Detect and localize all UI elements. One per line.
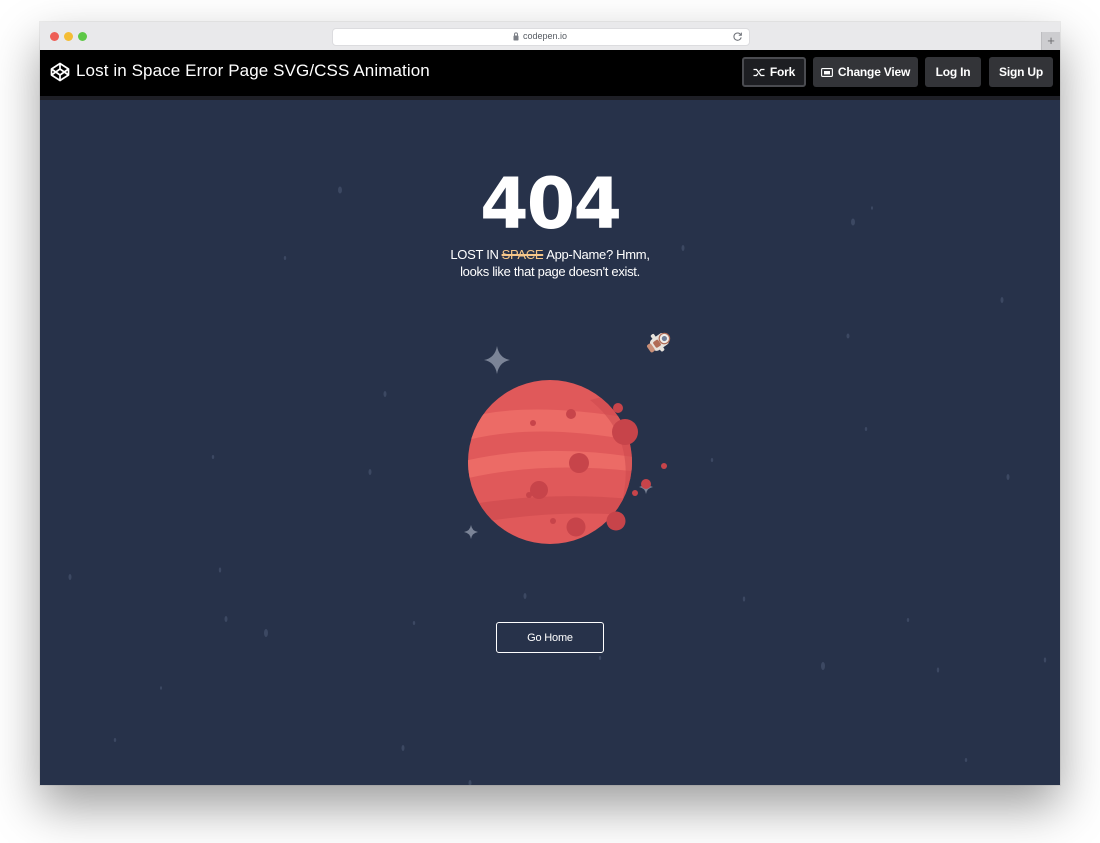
close-window-button[interactable]: [50, 32, 59, 41]
planet-illustration: [464, 346, 667, 544]
fork-label: Fork: [769, 65, 796, 79]
sparkle-icon: [464, 525, 478, 539]
minimize-window-button[interactable]: [64, 32, 73, 41]
codepen-logo-icon[interactable]: [50, 62, 70, 82]
browser-chrome: codepen.io +: [40, 22, 1060, 51]
change-view-icon: [820, 67, 833, 77]
message-prefix: LOST IN: [450, 247, 499, 262]
sparkle-icon: [484, 346, 510, 374]
lock-icon: [513, 32, 519, 41]
new-tab-button[interactable]: +: [1041, 32, 1060, 50]
codepen-header: Lost in Space Error Page SVG/CSS Animati…: [40, 50, 1060, 100]
log-in-label: Log In: [935, 65, 971, 79]
astronaut-icon: [647, 332, 671, 353]
url-text: codepen.io: [523, 31, 568, 41]
message-strike: SPACE: [501, 247, 544, 262]
fork-icon: [753, 68, 765, 76]
change-view-label: Change View: [837, 65, 911, 79]
error-message: LOST IN SPACE App-Name? Hmm, looks like th…: [435, 246, 665, 280]
browser-window: codepen.io + Lost in Space Error Page SV…: [40, 22, 1060, 785]
fork-button[interactable]: Fork: [742, 57, 806, 87]
sign-up-label: Sign Up: [999, 65, 1043, 79]
sign-up-button[interactable]: Sign Up: [989, 57, 1053, 87]
go-home-button[interactable]: Go Home: [496, 622, 604, 653]
reload-icon[interactable]: [732, 31, 743, 42]
pen-title: Lost in Space Error Page SVG/CSS Animati…: [76, 61, 430, 80]
error-page: 404 LOST IN SPACE App-Name? Hmm, looks lik…: [40, 100, 1060, 785]
error-code-heading: 404: [479, 163, 622, 245]
address-bar[interactable]: codepen.io: [332, 28, 750, 46]
change-view-button[interactable]: Change View: [813, 57, 918, 87]
zoom-window-button[interactable]: [78, 32, 87, 41]
log-in-button[interactable]: Log In: [925, 57, 981, 87]
